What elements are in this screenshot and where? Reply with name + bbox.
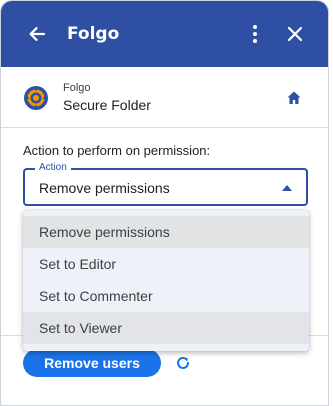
home-button[interactable] <box>283 87 305 109</box>
action-dropdown-menu: Remove permissions Set to Editor Set to … <box>23 210 309 351</box>
header-title: Folgo <box>67 24 120 44</box>
option-set-viewer[interactable]: Set to Viewer <box>23 312 309 344</box>
app-info-row: Folgo Secure Folder <box>1 67 328 128</box>
refresh-button[interactable] <box>173 353 193 373</box>
close-icon <box>287 26 303 42</box>
arrow-left-icon <box>29 27 46 41</box>
app-small-label: Folgo <box>63 82 91 94</box>
refresh-icon <box>177 356 189 369</box>
more-vert-icon <box>253 25 257 43</box>
action-select[interactable]: Action Remove permissions <box>23 162 308 206</box>
action-select-legend: Action <box>35 162 71 173</box>
addon-panel: Folgo Folgo Secure Folder Action to perf… <box>0 0 329 406</box>
header-bar: Folgo <box>1 1 328 67</box>
chevron-up-icon <box>282 185 292 191</box>
remove-users-button[interactable]: Remove users <box>23 349 161 377</box>
action-select-value: Remove permissions <box>39 180 170 196</box>
home-icon <box>287 91 301 104</box>
action-prompt-label: Action to perform on permission: <box>23 143 211 158</box>
option-set-editor[interactable]: Set to Editor <box>23 248 309 280</box>
app-folder-name: Secure Folder <box>63 97 151 113</box>
close-button[interactable] <box>279 18 311 50</box>
back-button[interactable] <box>21 18 53 50</box>
option-remove-permissions[interactable]: Remove permissions <box>23 216 309 248</box>
folgo-logo-icon <box>24 86 48 110</box>
more-options-button[interactable] <box>239 18 271 50</box>
option-set-commenter[interactable]: Set to Commenter <box>23 280 309 312</box>
